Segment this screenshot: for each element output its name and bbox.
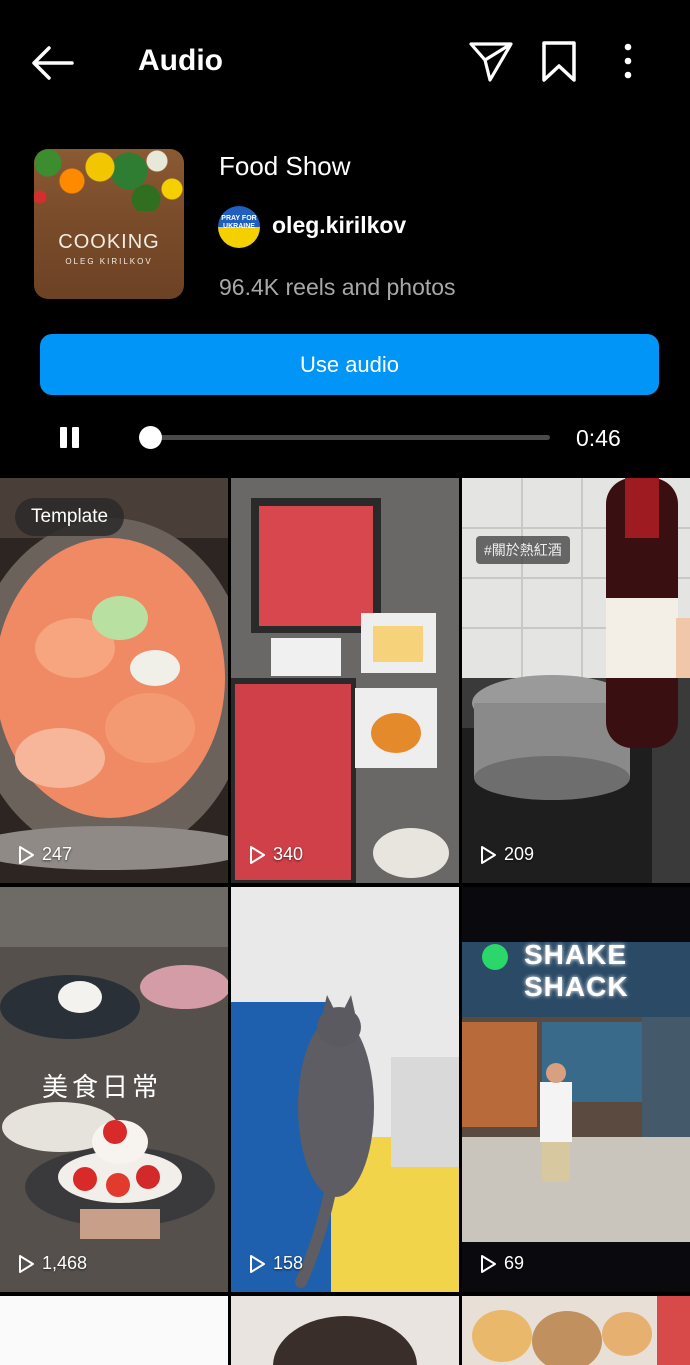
cover-title: COOKING	[58, 231, 160, 253]
view-count-value: 1,468	[42, 1253, 88, 1273]
reel-tile[interactable]: 美食日常 1,468	[0, 887, 228, 1292]
play-icon	[250, 845, 265, 864]
more-options-button[interactable]	[610, 38, 646, 84]
page-title: Audio	[138, 44, 223, 77]
video-caption: 美食日常	[42, 1073, 163, 1103]
bookmark-icon	[542, 41, 576, 82]
reel-tile[interactable]	[462, 1296, 690, 1365]
view-count: 69	[478, 1253, 524, 1274]
reel-tile[interactable]	[231, 1296, 459, 1365]
play-icon	[19, 845, 34, 864]
pause-icon	[60, 427, 67, 448]
view-count-value: 158	[273, 1253, 304, 1273]
reel-tile[interactable]: 340	[231, 478, 459, 883]
top-bar: Audio	[0, 0, 690, 124]
playback-progress-track[interactable]	[140, 435, 550, 440]
paper-plane-icon	[469, 42, 513, 82]
view-count-value: 340	[273, 844, 304, 864]
artist-username[interactable]: oleg.kirilkov	[272, 212, 406, 239]
share-button[interactable]	[466, 38, 516, 84]
view-count: 247	[16, 844, 72, 865]
reels-count: 96.4K reels and photos	[219, 274, 456, 300]
playback-scrubber[interactable]	[138, 426, 162, 449]
save-button[interactable]	[537, 38, 581, 84]
more-vertical-icon	[624, 43, 632, 79]
dessert-thumbnail	[472, 1296, 690, 1365]
view-count: 209	[478, 844, 534, 865]
view-count-value: 209	[504, 844, 535, 864]
cat-thumbnail	[231, 887, 459, 1292]
play-icon	[19, 1254, 34, 1273]
play-icon	[481, 845, 496, 864]
reel-tile[interactable]: Template 247	[0, 478, 228, 883]
reels-grid: Template 247 340 #關於熱紅酒 209 美食日常 1,468 1…	[0, 478, 690, 1365]
view-count: 1,468	[16, 1253, 87, 1274]
view-count: 340	[247, 844, 303, 865]
back-button[interactable]	[28, 40, 78, 86]
play-icon	[481, 1254, 496, 1273]
view-count-value: 69	[504, 1253, 525, 1273]
food-thumbnail	[0, 478, 228, 883]
avatar-text: PRAY FOR UKRAINE	[221, 215, 257, 230]
cover-subtitle: OLEG KIRILKOV	[65, 257, 153, 266]
audio-duration: 0:46	[576, 425, 621, 451]
reel-tile[interactable]	[0, 1296, 228, 1365]
reel-tile[interactable]: 158	[231, 887, 459, 1292]
hashtag-label: #關於熱紅酒	[476, 536, 570, 564]
view-count-value: 247	[42, 844, 73, 864]
portrait-thumbnail	[273, 1316, 417, 1365]
arrow-left-icon	[32, 46, 74, 80]
pause-icon	[72, 427, 79, 448]
audio-title: Food Show	[219, 151, 351, 181]
reel-tile[interactable]: #關於熱紅酒 209	[462, 478, 690, 883]
food-thumbnail	[231, 478, 459, 883]
vegetables-graphic	[34, 149, 184, 211]
avatar[interactable]: PRAY FOR UKRAINE	[218, 206, 260, 248]
view-count: 158	[247, 1253, 303, 1274]
use-audio-button[interactable]: Use audio	[40, 334, 659, 395]
reel-tile[interactable]: SHAKE SHACK 69	[462, 887, 690, 1292]
play-icon	[250, 1254, 265, 1273]
template-badge: Template	[15, 498, 125, 536]
audio-cover-image: COOKING OLEG KIRILKOV	[34, 149, 184, 299]
pause-button[interactable]	[57, 425, 81, 451]
store-sign: SHAKE SHACK	[524, 939, 629, 1002]
